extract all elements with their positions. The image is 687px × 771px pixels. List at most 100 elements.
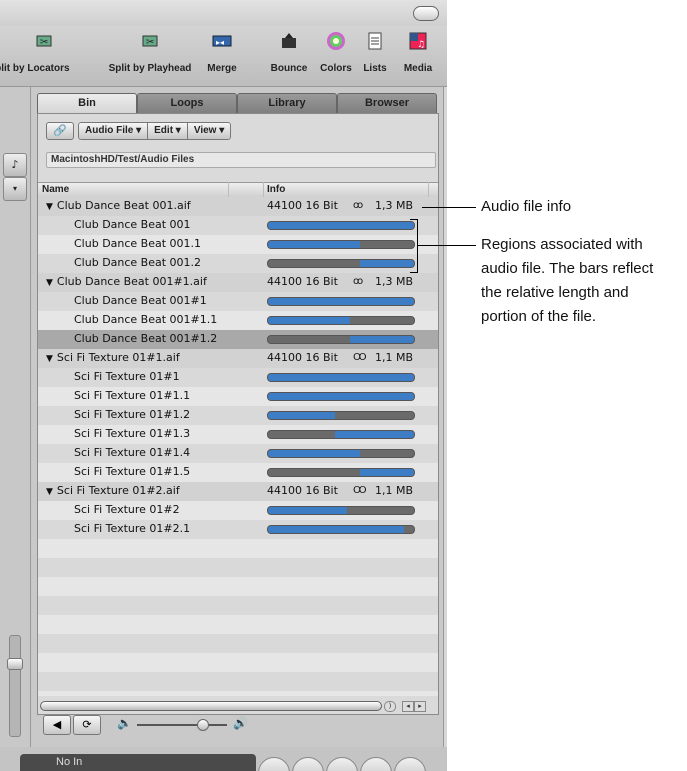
lists-button[interactable]: Lists bbox=[358, 32, 392, 74]
edit-menu[interactable]: Edit ▾ bbox=[148, 122, 188, 140]
region-bar bbox=[267, 506, 415, 515]
region-row[interactable]: Club Dance Beat 001#1.1 bbox=[38, 311, 438, 330]
scissors-icon: ✂ bbox=[34, 32, 54, 50]
file-row[interactable]: ▼ Club Dance Beat 001.aif 44100 16 Bit ꝏ 1,3… bbox=[38, 197, 438, 216]
region-bar bbox=[267, 392, 415, 401]
row-label: Club Dance Beat 001.1 bbox=[74, 237, 202, 250]
region-bar-fill bbox=[268, 393, 414, 400]
region-row[interactable]: Sci Fi Texture 01#1.1 bbox=[38, 387, 438, 406]
region-row[interactable]: Club Dance Beat 001#1.2 bbox=[38, 330, 438, 349]
sample-rate: 44100 16 Bit bbox=[267, 275, 338, 288]
tab-library[interactable]: Library bbox=[237, 93, 337, 113]
callout-regions-line: Regions associated with bbox=[481, 236, 643, 253]
round-button[interactable] bbox=[326, 757, 358, 771]
region-name: Club Dance Beat 001#1.2 bbox=[74, 330, 217, 348]
region-name: Sci Fi Texture 01#1.3 bbox=[74, 425, 190, 443]
disclosure-triangle-icon[interactable]: ▼ bbox=[46, 487, 53, 497]
round-button[interactable] bbox=[360, 757, 392, 771]
region-row[interactable]: Sci Fi Texture 01#1.5 bbox=[38, 463, 438, 482]
bracket-bottom bbox=[410, 272, 418, 273]
file-size: 1,1 MB bbox=[374, 351, 413, 364]
row-label: Club Dance Beat 001#1 bbox=[74, 294, 207, 307]
round-button[interactable] bbox=[292, 757, 324, 771]
row-label: Sci Fi Texture 01#1.aif bbox=[56, 351, 180, 364]
vertical-slider[interactable] bbox=[7, 635, 23, 737]
loop-icon: ⟳ bbox=[82, 718, 92, 731]
mono-icon: Ꝏ bbox=[353, 352, 367, 363]
color-wheel-icon bbox=[326, 32, 346, 50]
empty-row bbox=[38, 653, 438, 672]
round-button[interactable] bbox=[258, 757, 290, 771]
file-size: 1,3 MB bbox=[374, 275, 413, 288]
bin-view: 🔗 Audio File ▾ Edit ▾ View ▾ MacintoshHD… bbox=[37, 113, 439, 715]
tab-bin[interactable]: Bin bbox=[37, 93, 137, 113]
scroll-right-arrow-icon[interactable]: ▸ bbox=[414, 701, 426, 712]
region-row[interactable]: Club Dance Beat 001#1 bbox=[38, 292, 438, 311]
volume-slider[interactable] bbox=[137, 719, 227, 731]
tab-browser[interactable]: Browser bbox=[337, 93, 437, 113]
media-label: Media bbox=[403, 63, 433, 74]
slider-knob[interactable] bbox=[7, 658, 23, 670]
callout-regions-line: portion of the file. bbox=[481, 308, 597, 325]
link-button[interactable]: 🔗 bbox=[46, 122, 74, 140]
svg-text:✂: ✂ bbox=[146, 37, 154, 48]
column-header-name[interactable]: Name bbox=[42, 183, 69, 197]
cycle-button[interactable]: ⟳ bbox=[73, 715, 101, 735]
row-label: Club Dance Beat 001.2 bbox=[74, 256, 202, 269]
column-header-info[interactable]: Info bbox=[267, 183, 285, 197]
note-icon[interactable]: ♪ bbox=[3, 153, 27, 177]
callout-line bbox=[418, 245, 476, 246]
row-label: Sci Fi Texture 01#1 bbox=[74, 370, 180, 383]
scroll-end-cap: ) bbox=[384, 701, 396, 712]
lists-label: Lists bbox=[363, 63, 387, 74]
region-row[interactable]: Sci Fi Texture 01#1.3 bbox=[38, 425, 438, 444]
chevron-down-icon[interactable]: ▾ bbox=[3, 177, 27, 201]
region-name: Club Dance Beat 001 bbox=[74, 216, 191, 234]
audio-file-menu[interactable]: Audio File ▾ bbox=[78, 122, 149, 140]
play-button[interactable]: ◀ bbox=[43, 715, 71, 735]
region-bar-fill bbox=[268, 412, 336, 419]
region-name: Club Dance Beat 001#1.1 bbox=[74, 311, 217, 329]
region-bar bbox=[267, 525, 415, 534]
region-bar bbox=[267, 373, 415, 382]
view-menu[interactable]: View ▾ bbox=[187, 122, 232, 140]
scroll-left-arrow-icon[interactable]: ◂ bbox=[402, 701, 414, 712]
toolbar-toggle-button[interactable] bbox=[413, 6, 439, 21]
region-row[interactable]: Club Dance Beat 001.1 bbox=[38, 235, 438, 254]
region-row[interactable]: Sci Fi Texture 01#2.1 bbox=[38, 520, 438, 539]
merge-button[interactable]: ▸◂ Merge bbox=[202, 32, 242, 74]
colors-button[interactable]: Colors bbox=[316, 32, 356, 74]
region-name: Club Dance Beat 001.1 bbox=[74, 235, 201, 253]
horizontal-scrollbar[interactable]: ) ◂ ▸ bbox=[40, 701, 434, 712]
region-bar bbox=[267, 259, 415, 268]
split-by-locators-button[interactable]: ✂ Split by Locators bbox=[0, 32, 94, 74]
split-by-playhead-button[interactable]: ✂ Split by Playhead bbox=[100, 32, 200, 74]
file-row[interactable]: ▼ Sci Fi Texture 01#2.aif 44100 16 Bit Ꝏ 1,1… bbox=[38, 482, 438, 501]
region-row[interactable]: Club Dance Beat 001 bbox=[38, 216, 438, 235]
media-button[interactable]: ♫ Media bbox=[396, 32, 440, 74]
file-row[interactable]: ▼ Sci Fi Texture 01#1.aif 44100 16 Bit Ꝏ 1,1… bbox=[38, 349, 438, 368]
region-row[interactable]: Club Dance Beat 001.2 bbox=[38, 254, 438, 273]
empty-row bbox=[38, 691, 438, 696]
region-name: Sci Fi Texture 01#1 bbox=[74, 368, 180, 386]
region-bar-fill bbox=[268, 374, 414, 381]
disclosure-triangle-icon[interactable]: ▼ bbox=[46, 354, 53, 364]
scroll-thumb[interactable] bbox=[40, 701, 382, 711]
row-label: Club Dance Beat 001.aif bbox=[56, 199, 191, 212]
volume-knob[interactable] bbox=[197, 719, 209, 731]
disclosure-triangle-icon[interactable]: ▼ bbox=[46, 202, 53, 212]
region-row[interactable]: Sci Fi Texture 01#1.4 bbox=[38, 444, 438, 463]
region-bar bbox=[267, 411, 415, 420]
region-bar bbox=[267, 221, 415, 230]
region-row[interactable]: Sci Fi Texture 01#2 bbox=[38, 501, 438, 520]
file-row[interactable]: ▼ Club Dance Beat 001#1.aif 44100 16 Bit ꝏ 1… bbox=[38, 273, 438, 292]
bounce-button[interactable]: Bounce bbox=[264, 32, 314, 74]
region-bar-fill bbox=[268, 222, 414, 229]
speaker-low-icon: 🔈 bbox=[117, 716, 132, 730]
round-button[interactable] bbox=[394, 757, 426, 771]
region-row[interactable]: Sci Fi Texture 01#1.2 bbox=[38, 406, 438, 425]
region-row[interactable]: Sci Fi Texture 01#1 bbox=[38, 368, 438, 387]
disclosure-triangle-icon[interactable]: ▼ bbox=[46, 278, 53, 288]
tab-loops[interactable]: Loops bbox=[137, 93, 237, 113]
sample-rate: 44100 16 Bit bbox=[267, 199, 338, 212]
